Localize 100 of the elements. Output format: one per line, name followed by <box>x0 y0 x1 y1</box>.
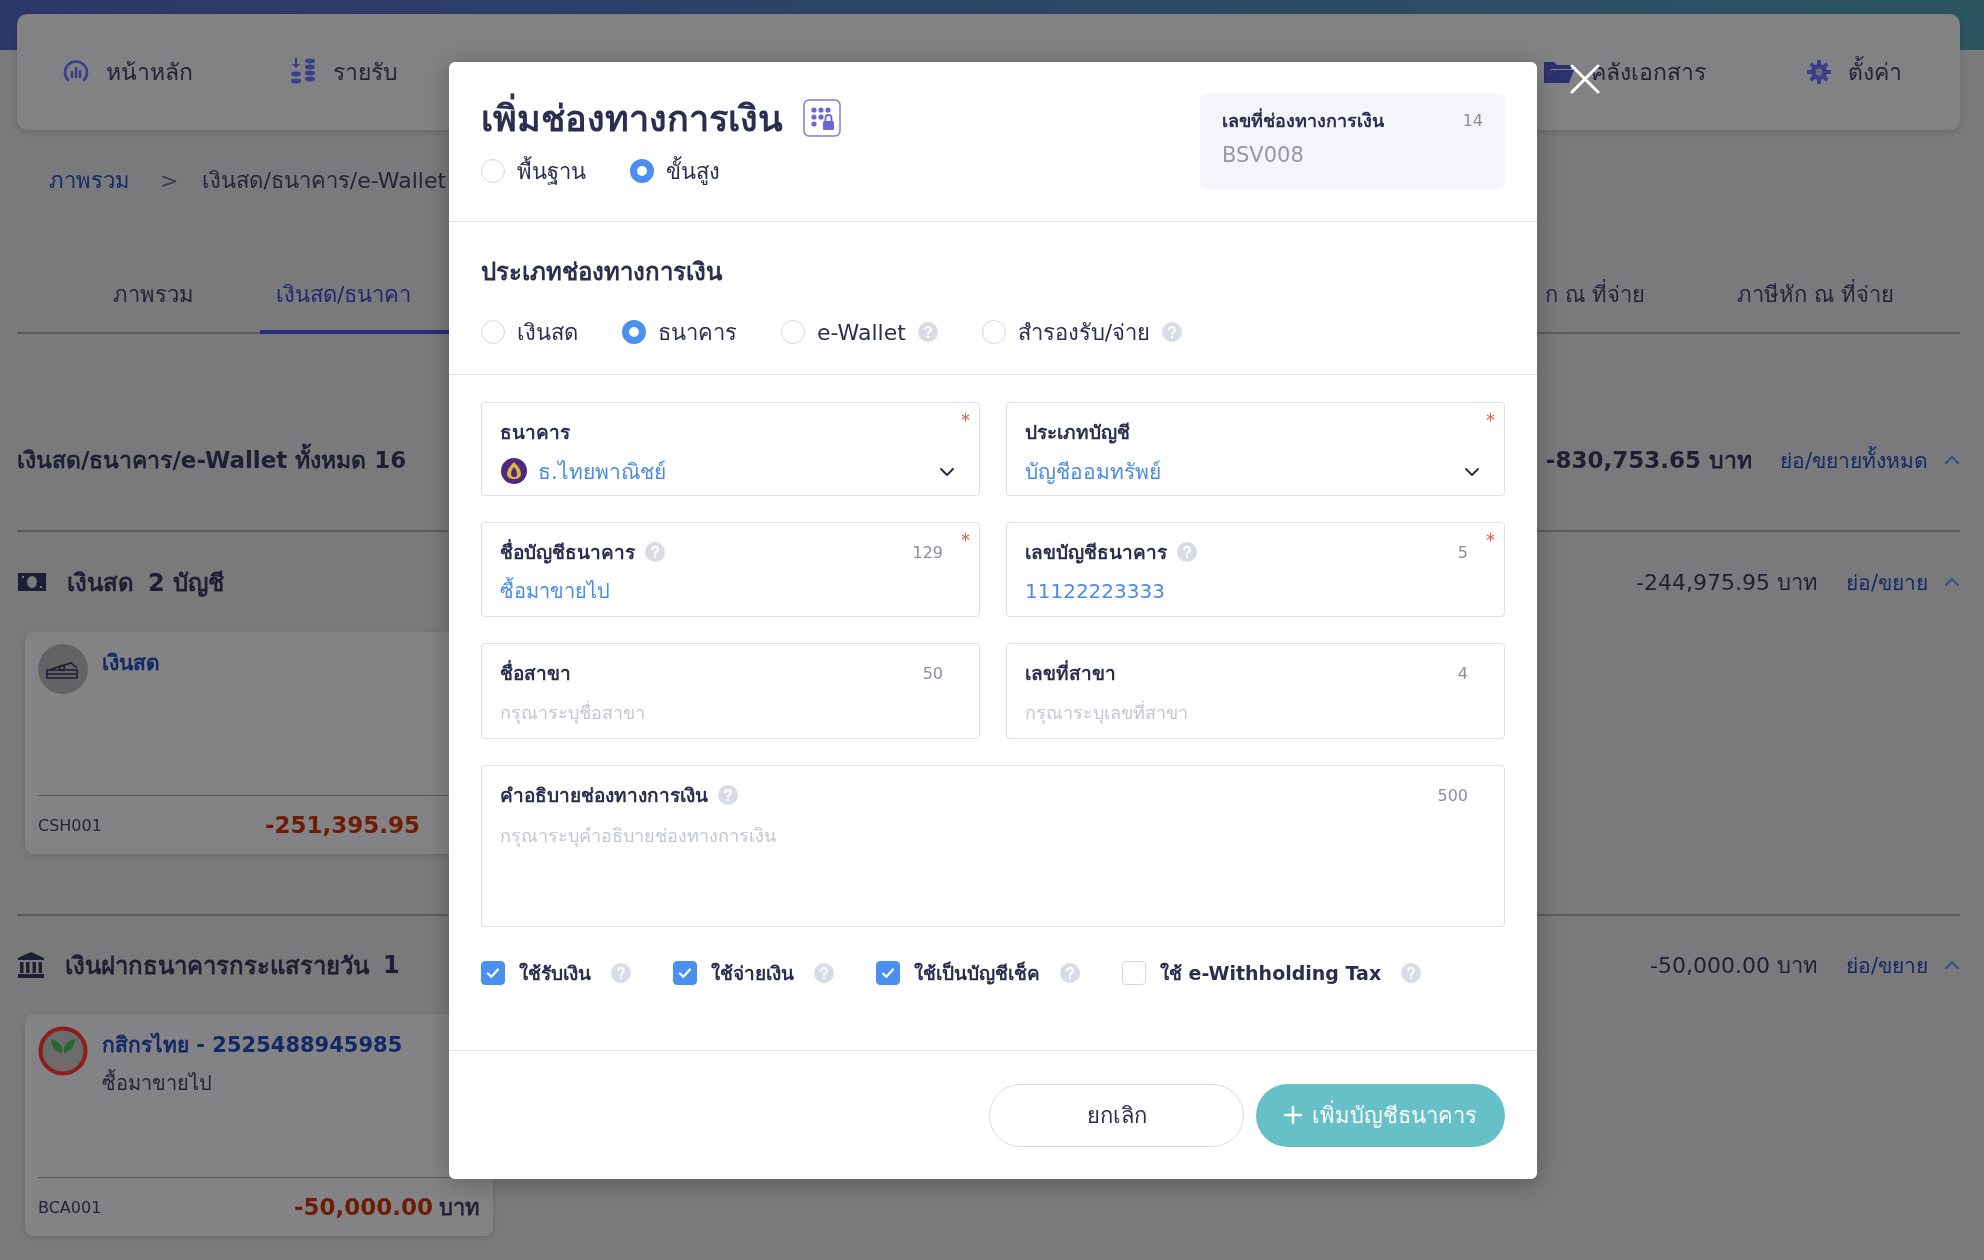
character-counter: 129 <box>912 542 943 562</box>
character-counter: 50 <box>922 663 943 683</box>
radio-label[interactable]: เงินสด <box>517 314 578 350</box>
character-counter: 4 <box>1457 663 1468 683</box>
checkbox[interactable] <box>876 961 900 985</box>
currency-label: บาท <box>439 1193 480 1222</box>
radio-label[interactable]: สำรองรับ/จ่าย <box>1017 314 1151 350</box>
breadcrumb-separator: > <box>160 167 179 193</box>
nav-link[interactable]: คลังเอกสาร <box>1591 54 1706 90</box>
input-field[interactable]: ซื้อมาขายไป <box>500 572 957 610</box>
account-count: 1 <box>383 951 400 979</box>
required-mark: * <box>961 409 970 430</box>
plus-icon <box>1284 1106 1302 1124</box>
chevron-up-icon[interactable] <box>1944 575 1960 589</box>
input-field[interactable]: กรุณาระบุชื่อสาขา <box>500 693 957 731</box>
total-amount: -244,975.95 บาท <box>1636 568 1818 597</box>
checkmark-icon <box>677 965 693 981</box>
account-code: CSH001 <box>38 815 102 835</box>
select-value[interactable]: บัญชีออมทรัพย์ <box>1025 454 1454 488</box>
chevron-up-icon[interactable] <box>1944 958 1960 972</box>
checkmark-icon <box>485 965 501 981</box>
account-count: 2 บัญชี <box>148 567 225 599</box>
cancel-button[interactable]: ยกเลิก <box>989 1083 1244 1147</box>
tab[interactable]: ภาษีหัก ณ ที่จ่าย <box>1721 277 1910 334</box>
field-label: ประเภทบัญชี <box>1025 420 1130 446</box>
help-icon[interactable] <box>917 322 938 342</box>
field-label: ชื่อสาขา <box>500 659 571 686</box>
breadcrumb-current: เงินสด/ธนาคาร/e-Wallet <box>202 166 447 195</box>
nav-link[interactable]: หน้าหลัก <box>106 54 193 90</box>
character-counter: 500 <box>1437 785 1468 805</box>
collapse-link[interactable]: ย่อ/ขยาย <box>1845 948 1928 982</box>
radio-label[interactable]: ขั้นสูง <box>666 153 720 189</box>
cash-avatar-icon <box>38 644 88 694</box>
bank-icon <box>17 951 45 979</box>
help-icon[interactable] <box>718 785 738 805</box>
account-name: เงินสด <box>102 650 160 677</box>
form-field[interactable]: ธนาคาร * ธ.ไทยพาณิชย์ <box>481 402 980 496</box>
help-icon[interactable] <box>1401 963 1422 983</box>
add-bank-account-button[interactable]: เพิ่มบัญชีธนาคาร <box>1256 1083 1505 1147</box>
field-label: ธนาคาร <box>500 420 570 445</box>
form-field[interactable]: ชื่อสาขา 50 กรุณาระบุชื่อสาขา <box>481 643 980 739</box>
radio-button[interactable] <box>630 159 654 183</box>
form-field[interactable]: ชื่อบัญชีธนาคาร 129 * ซื้อมาขายไป <box>481 522 980 617</box>
leaf-logo-icon <box>38 1026 88 1076</box>
form-field[interactable]: เลขบัญชีธนาคาร 5 * 11122223333 <box>1006 522 1505 617</box>
help-icon[interactable] <box>814 963 834 983</box>
account-card[interactable]: กสิกรไทย - 2525488945985 ซื้อมาขายไป BCA001 -50,000.00 บาท <box>25 1014 493 1236</box>
banknote-icon <box>17 571 47 593</box>
collapse-link[interactable]: ย่อ/ขยายทั้งหมด <box>1779 443 1928 477</box>
account-subtitle: ซื้อมาขายไป <box>102 1068 213 1097</box>
collapse-link[interactable]: ย่อ/ขยาย <box>1845 565 1928 599</box>
nav-link[interactable]: รายรับ <box>333 54 398 90</box>
radio-label[interactable]: ธนาคาร <box>658 314 737 350</box>
form-field[interactable]: เลขที่สาขา 4 กรุณาระบุเลขที่สาขา <box>1006 643 1505 739</box>
help-icon[interactable] <box>1162 322 1183 342</box>
checkbox-label[interactable]: ใช้เป็นบัญชีเช็ค <box>914 958 1040 988</box>
required-mark: * <box>961 529 970 550</box>
checkbox[interactable] <box>481 961 505 985</box>
help-icon[interactable] <box>1060 963 1080 983</box>
field-label: เลขที่สาขา <box>1025 659 1116 686</box>
checkbox-label[interactable]: ใช้ e-Withholding Tax <box>1160 958 1382 988</box>
character-counter: 14 <box>1462 111 1483 130</box>
account-name: กสิกรไทย - 2525488945985 <box>102 1031 403 1059</box>
checkmark-icon <box>880 965 896 981</box>
checkbox-label[interactable]: ใช้รับเงิน <box>519 958 591 988</box>
form-field[interactable]: ประเภทบัญชี * บัญชีออมทรัพย์ <box>1006 402 1505 496</box>
form-field[interactable]: คำอธิบายช่องทางการเงิน 500 กรุณาระบุคำอธิบายช่องทางการเงิน <box>481 765 1505 927</box>
help-icon[interactable] <box>611 963 631 983</box>
keypad-lock-icon[interactable] <box>803 99 841 137</box>
group-heading: เงินฝากธนาคารกระแสรายวัน <box>65 950 369 982</box>
required-mark: * <box>1486 529 1495 550</box>
summary-heading: เงินสด/ธนาคาร/e-Wallet ทั้งหมด 16 <box>17 442 407 478</box>
chevron-up-icon[interactable] <box>1944 453 1960 467</box>
balance-amount: -251,395.95 <box>264 812 420 838</box>
field-label: ชื่อบัญชีธนาคาร <box>500 538 635 566</box>
input-field[interactable]: กรุณาระบุเลขที่สาขา <box>1025 693 1482 731</box>
field-label: เลขบัญชีธนาคาร <box>1025 540 1167 566</box>
gear-icon[interactable] <box>1806 59 1832 85</box>
required-mark: * <box>1486 409 1495 430</box>
tab[interactable]: ภาพรวม <box>97 277 210 334</box>
input-field[interactable]: กรุณาระบุคำอธิบายช่องทางการเงิน <box>500 814 1482 878</box>
help-icon[interactable] <box>1177 542 1197 562</box>
total-amount: -50,000.00 บาท <box>1650 951 1818 980</box>
help-icon[interactable] <box>645 542 665 562</box>
dialog-title: เพิ่มช่องทางการเงิน <box>481 89 783 147</box>
breadcrumb-link[interactable]: ภาพรวม <box>49 162 130 198</box>
checkbox-label[interactable]: ใช้จ่ายเงิน <box>711 958 794 988</box>
balance-amount: -50,000.00 <box>293 1193 433 1220</box>
radio-label[interactable]: พื้นฐาน <box>517 153 586 189</box>
character-counter: 5 <box>1457 542 1468 562</box>
total-amount: -830,753.65 บาท <box>1545 446 1752 475</box>
folder-icon[interactable] <box>1543 59 1575 85</box>
input-field[interactable]: 11122223333 <box>1025 572 1482 610</box>
radio-label[interactable]: e-Wallet <box>817 319 906 345</box>
radio-button[interactable] <box>622 320 646 344</box>
field-label: คำอธิบายช่องทางการเงิน <box>500 783 708 808</box>
group-heading: เงินสด <box>67 567 134 599</box>
select-value[interactable]: ธ.ไทยพาณิชย์ <box>538 454 929 488</box>
checkbox[interactable] <box>673 961 697 985</box>
nav-link[interactable]: ตั้งค่า <box>1848 54 1902 90</box>
